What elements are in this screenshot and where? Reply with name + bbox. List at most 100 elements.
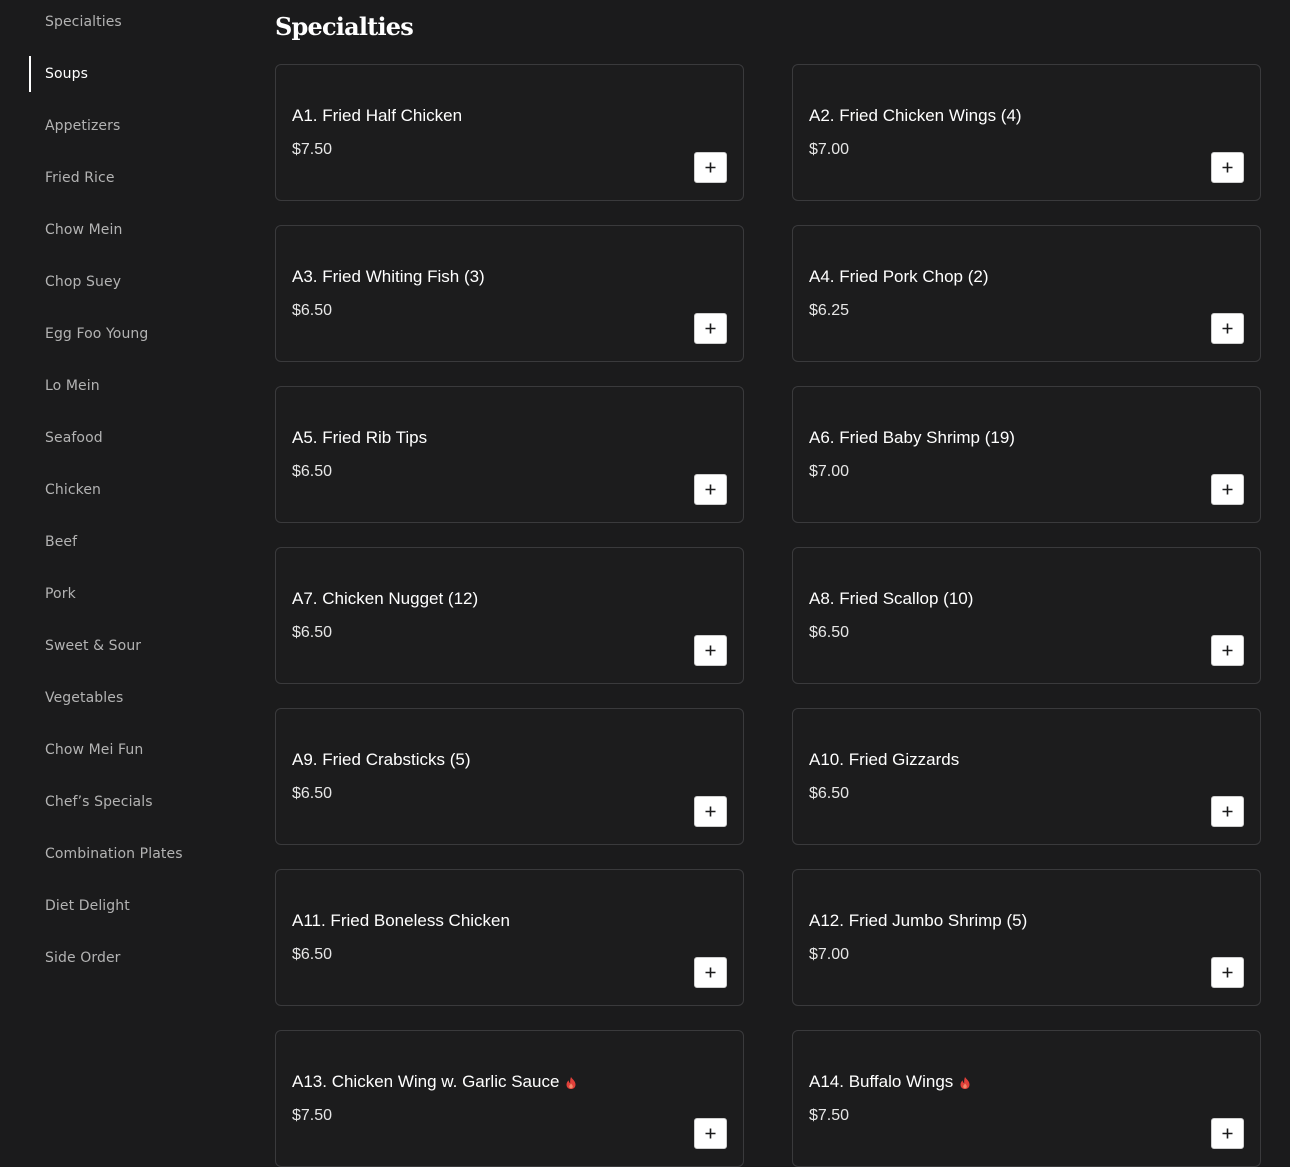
- sidebar-item-label: Diet Delight: [45, 898, 130, 914]
- menu-item-card[interactable]: A14. Buffalo Wings $7.50: [792, 1030, 1261, 1167]
- menu-item-name-text: A9. Fried Crabsticks (5): [292, 750, 471, 769]
- add-to-cart-button[interactable]: [694, 1118, 727, 1149]
- add-to-cart-button[interactable]: [694, 313, 727, 344]
- menu-item-card[interactable]: A5. Fried Rib Tips $6.50: [275, 386, 744, 523]
- plus-icon: [1222, 645, 1233, 656]
- menu-item-price: $7.00: [809, 141, 850, 158]
- menu-item-card[interactable]: A13. Chicken Wing w. Garlic Sauce $7.50: [275, 1030, 744, 1167]
- menu-item-name-text: A14. Buffalo Wings: [809, 1072, 954, 1091]
- menu-item-price: $7.00: [809, 463, 850, 480]
- sidebar-item-chow-mei-fun[interactable]: Chow Mei Fun: [29, 732, 229, 768]
- menu-item-card[interactable]: A1. Fried Half Chicken $7.50: [275, 64, 744, 201]
- menu-item-card[interactable]: A9. Fried Crabsticks (5) $6.50: [275, 708, 744, 845]
- add-to-cart-button[interactable]: [694, 635, 727, 666]
- sidebar-item-label: Egg Foo Young: [45, 326, 149, 342]
- sidebar-item-label: Seafood: [45, 430, 103, 446]
- menu-item-name: A6. Fried Baby Shrimp (19): [809, 428, 1015, 448]
- sidebar-item-lo-mein[interactable]: Lo Mein: [29, 368, 229, 404]
- sidebar-item-sweet-sour[interactable]: Sweet & Sour: [29, 628, 229, 664]
- plus-icon: [705, 162, 716, 173]
- menu-item-name: A11. Fried Boneless Chicken: [292, 911, 510, 931]
- sidebar-item-label: Chicken: [45, 482, 102, 498]
- add-to-cart-button[interactable]: [694, 957, 727, 988]
- sidebar-item-appetizers[interactable]: Appetizers: [29, 108, 229, 144]
- sidebar-item-label: Side Order: [45, 950, 121, 966]
- sidebar-item-label: Beef: [45, 534, 78, 550]
- menu-item-card[interactable]: A6. Fried Baby Shrimp (19) $7.00: [792, 386, 1261, 523]
- menu-item-name-text: A5. Fried Rib Tips: [292, 428, 428, 447]
- sidebar-item-label: Lo Mein: [45, 378, 100, 394]
- sidebar-item-side-order[interactable]: Side Order: [29, 940, 229, 976]
- sidebar-item-seafood[interactable]: Seafood: [29, 420, 229, 456]
- category-sidebar: Specialties Soups Appetizers Fried Rice Chow…: [0, 0, 260, 1155]
- menu-item-price: $7.00: [809, 946, 850, 963]
- menu-item-name: A10. Fried Gizzards: [809, 750, 959, 770]
- sidebar-item-chow-mein[interactable]: Chow Mein: [29, 212, 229, 248]
- menu-item-name: A3. Fried Whiting Fish (3): [292, 267, 485, 287]
- add-to-cart-button[interactable]: [1211, 313, 1244, 344]
- add-to-cart-button[interactable]: [1211, 1118, 1244, 1149]
- sidebar-item-label: Chef’s Specials: [45, 794, 153, 810]
- add-to-cart-button[interactable]: [1211, 957, 1244, 988]
- menu-item-name: A1. Fried Half Chicken: [292, 106, 462, 126]
- add-to-cart-button[interactable]: [1211, 796, 1244, 827]
- menu-item-price: $7.50: [809, 1107, 850, 1124]
- menu-item-price: $6.50: [809, 785, 850, 802]
- sidebar-item-soups[interactable]: Soups: [29, 56, 229, 92]
- sidebar-item-label: Fried Rice: [45, 170, 115, 186]
- sidebar-item-egg-foo-young[interactable]: Egg Foo Young: [29, 316, 229, 352]
- add-to-cart-button[interactable]: [694, 474, 727, 505]
- plus-icon: [1222, 1128, 1233, 1139]
- sidebar-item-combination-plates[interactable]: Combination Plates: [29, 836, 229, 872]
- menu-item-card[interactable]: A11. Fried Boneless Chicken $6.50: [275, 869, 744, 1006]
- menu-item-card[interactable]: A7. Chicken Nugget (12) $6.50: [275, 547, 744, 684]
- menu-item-card[interactable]: A2. Fried Chicken Wings (4) $7.00: [792, 64, 1261, 201]
- menu-item-name: A8. Fried Scallop (10): [809, 589, 973, 609]
- sidebar-item-specialties[interactable]: Specialties: [29, 4, 229, 40]
- add-to-cart-button[interactable]: [1211, 152, 1244, 183]
- menu-item-price: $6.50: [292, 946, 333, 963]
- menu-item-card[interactable]: A12. Fried Jumbo Shrimp (5) $7.00: [792, 869, 1261, 1006]
- sidebar-item-chop-suey[interactable]: Chop Suey: [29, 264, 229, 300]
- plus-icon: [705, 967, 716, 978]
- menu-item-name: A2. Fried Chicken Wings (4): [809, 106, 1022, 126]
- add-to-cart-button[interactable]: [694, 152, 727, 183]
- sidebar-item-chef-s-specials[interactable]: Chef’s Specials: [29, 784, 229, 820]
- plus-icon: [1222, 806, 1233, 817]
- sidebar-item-label: Soups: [45, 66, 89, 82]
- add-to-cart-button[interactable]: [1211, 635, 1244, 666]
- sidebar-item-diet-delight[interactable]: Diet Delight: [29, 888, 229, 924]
- menu-item-card[interactable]: A10. Fried Gizzards $6.50: [792, 708, 1261, 845]
- sidebar-item-label: Chow Mein: [45, 222, 123, 238]
- plus-icon: [1222, 484, 1233, 495]
- menu-item-name-text: A6. Fried Baby Shrimp (19): [809, 428, 1015, 447]
- plus-icon: [1222, 162, 1233, 173]
- menu-item-price: $6.25: [809, 302, 850, 319]
- menu-item-name-text: A7. Chicken Nugget (12): [292, 589, 479, 608]
- menu-item-price: $6.50: [292, 624, 333, 641]
- menu-item-name: A5. Fried Rib Tips: [292, 428, 427, 448]
- sidebar-item-label: Sweet & Sour: [45, 638, 142, 654]
- sidebar-item-label: Combination Plates: [45, 846, 183, 862]
- sidebar-item-label: Chop Suey: [45, 274, 122, 290]
- add-to-cart-button[interactable]: [1211, 474, 1244, 505]
- section-title: Specialties: [275, 12, 414, 41]
- menu-item-name-text: A3. Fried Whiting Fish (3): [292, 267, 485, 286]
- menu-item-name-text: A2. Fried Chicken Wings (4): [809, 106, 1022, 125]
- menu-item-card[interactable]: A8. Fried Scallop (10) $6.50: [792, 547, 1261, 684]
- sidebar-item-pork[interactable]: Pork: [29, 576, 229, 612]
- sidebar-item-chicken[interactable]: Chicken: [29, 472, 229, 508]
- sidebar-item-fried-rice[interactable]: Fried Rice: [29, 160, 229, 196]
- sidebar-item-beef[interactable]: Beef: [29, 524, 229, 560]
- sidebar-item-vegetables[interactable]: Vegetables: [29, 680, 229, 716]
- menu-item-card[interactable]: A4. Fried Pork Chop (2) $6.25: [792, 225, 1261, 362]
- menu-item-name-text: A10. Fried Gizzards: [809, 750, 960, 769]
- menu-item-card[interactable]: A3. Fried Whiting Fish (3) $6.50: [275, 225, 744, 362]
- chili-flame-icon: [564, 1075, 578, 1089]
- menu-item-name: A7. Chicken Nugget (12): [292, 589, 478, 609]
- chili-flame-icon: [958, 1075, 972, 1089]
- menu-item-name: A4. Fried Pork Chop (2): [809, 267, 989, 287]
- add-to-cart-button[interactable]: [694, 796, 727, 827]
- plus-icon: [705, 806, 716, 817]
- menu-item-price: $6.50: [809, 624, 850, 641]
